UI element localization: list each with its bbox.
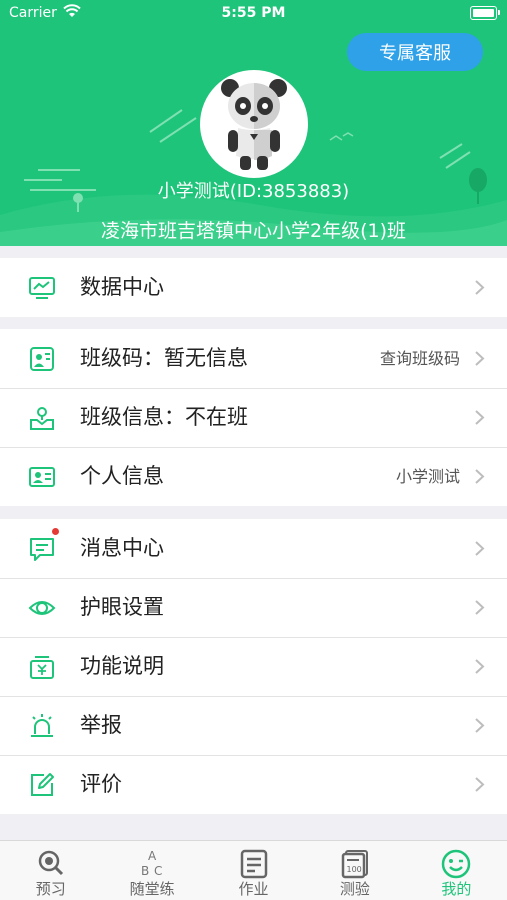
class-code-icon: [30, 347, 54, 371]
rating-row[interactable]: 评价: [0, 755, 507, 814]
message-icon: [30, 538, 54, 561]
data-center-row[interactable]: 数据中心: [0, 258, 507, 317]
profile-header: Carrier 5:55 PM 专属客服 小学测试(ID:3853883) 凌海…: [0, 0, 507, 246]
user-name-id: 小学测试(ID:3853883): [157, 181, 350, 202]
homework-icon: [240, 849, 267, 879]
clock: 5:55 PM: [221, 5, 286, 21]
eye-icon: [28, 601, 56, 615]
row-label: 举报: [80, 713, 122, 737]
row-label: 班级信息：不在班: [80, 405, 248, 429]
chevron-right-icon: [475, 777, 485, 792]
message-center-row[interactable]: 消息中心: [0, 519, 507, 578]
chevron-right-icon: [475, 351, 485, 366]
alarm-icon: [31, 714, 53, 737]
tab-preview[interactable]: 预习: [0, 841, 101, 900]
tab-label: 预习: [35, 880, 66, 898]
chevron-right-icon: [475, 280, 485, 295]
panda-avatar-icon: [221, 79, 287, 170]
row-detail: 小学测试: [395, 467, 460, 486]
menu-group-general: 消息中心 护眼设置 功能说明 举报 评价: [0, 519, 507, 814]
class-code-row[interactable]: 班级码：暂无信息 查询班级码: [0, 329, 507, 388]
unread-badge: [52, 528, 59, 535]
tab-test[interactable]: 100 测验: [304, 841, 405, 900]
chevron-right-icon: [475, 469, 485, 484]
class-info-row[interactable]: 班级信息：不在班: [0, 388, 507, 447]
monitor-chart-icon: [29, 277, 55, 299]
battery-icon: [470, 6, 500, 20]
chevron-right-icon: [475, 541, 485, 556]
feature-guide-row[interactable]: 功能说明: [0, 637, 507, 696]
menu-group-data: 数据中心: [0, 258, 507, 317]
row-label: 个人信息: [80, 464, 164, 488]
row-label: 护眼设置: [80, 595, 164, 619]
tab-label: 测验: [339, 880, 370, 898]
tab-homework[interactable]: 作业: [203, 841, 304, 900]
report-row[interactable]: 举报: [0, 696, 507, 755]
id-card-icon: [29, 467, 55, 487]
abc-icon: A B C: [141, 849, 162, 878]
svg-text:A: A: [148, 849, 157, 863]
edit-icon: [31, 773, 54, 796]
class-location-icon: [30, 407, 54, 430]
chevron-right-icon: [475, 718, 485, 733]
row-label: 班级码：暂无信息: [80, 346, 248, 370]
tab-label: 作业: [238, 880, 269, 898]
smiley-icon: [442, 849, 471, 879]
row-label: 功能说明: [80, 654, 164, 678]
avatar[interactable]: [200, 70, 308, 178]
menu-group-class: 班级码：暂无信息 查询班级码 班级信息：不在班 个人信息 小学测试: [0, 329, 507, 506]
row-label: 评价: [80, 772, 122, 796]
magnifier-icon: [38, 850, 63, 876]
svg-text:B: B: [141, 864, 149, 878]
row-label: 消息中心: [80, 536, 164, 560]
chevron-right-icon: [475, 410, 485, 425]
svg-text:100: 100: [346, 865, 361, 874]
bottom-tab-bar: 预习 A B C 随堂练 作业 100 测验 我的: [0, 840, 507, 900]
eye-care-row[interactable]: 护眼设置: [0, 578, 507, 637]
svg-text:C: C: [154, 864, 162, 878]
tab-class-practice[interactable]: A B C 随堂练: [101, 841, 202, 900]
tab-mine[interactable]: 我的: [406, 841, 507, 900]
tab-label: 我的: [441, 880, 472, 898]
row-label: 数据中心: [80, 275, 164, 299]
manual-icon: [30, 656, 54, 679]
row-detail: 查询班级码: [379, 349, 460, 368]
status-bar: Carrier 5:55 PM: [0, 0, 507, 28]
customer-service-button[interactable]: 专属客服: [347, 33, 483, 71]
test-icon: 100: [341, 850, 368, 879]
tab-label: 随堂练: [129, 880, 175, 898]
chevron-right-icon: [475, 659, 485, 674]
school-class-line: 凌海市班吉塔镇中心小学2年级(1)班: [100, 220, 406, 242]
personal-info-row[interactable]: 个人信息 小学测试: [0, 447, 507, 506]
chevron-right-icon: [475, 600, 485, 615]
